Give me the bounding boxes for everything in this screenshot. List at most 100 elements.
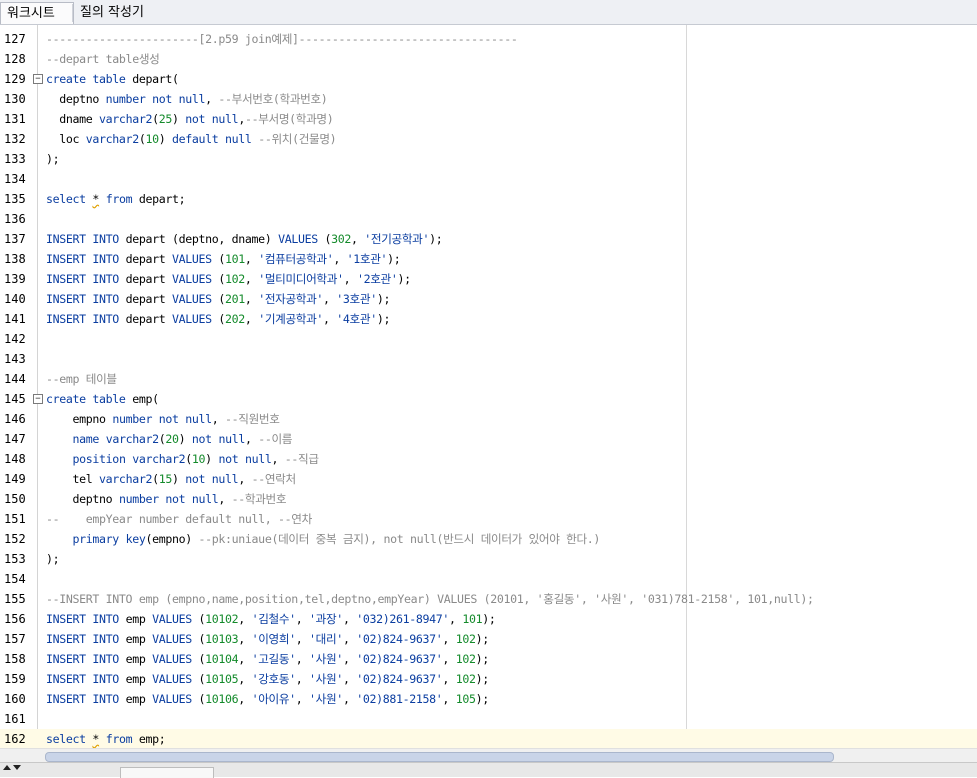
code-token: INSERT INTO xyxy=(46,652,119,666)
code-token: 102 xyxy=(225,272,245,286)
code-text: ); xyxy=(46,149,60,169)
code-token: '과장' xyxy=(309,612,343,626)
code-text: name varchar2(20) not null, --이름 xyxy=(46,429,293,449)
code-token: ); xyxy=(46,152,60,166)
horizontal-scrollbar-thumb[interactable] xyxy=(45,752,834,762)
code-token: --emp 테이블 xyxy=(46,372,117,386)
code-line[interactable]: 158 INSERT INTO emp VALUES (10104, '고길동',… xyxy=(0,649,977,669)
code-token: --직급 xyxy=(284,452,319,466)
code-token: --pk:uniaue(데이터 중복 금지), not null(반드시 데이터… xyxy=(198,532,601,546)
code-line[interactable]: 153); xyxy=(0,549,977,569)
code-line[interactable]: 149 tel varchar2(15) not null, --연락처 xyxy=(0,469,977,489)
code-token: , xyxy=(333,252,347,266)
bottom-panel-tab[interactable] xyxy=(120,767,214,778)
code-line[interactable]: 136 xyxy=(0,209,977,229)
code-token: VALUES xyxy=(152,672,192,686)
code-text: primary key(empno) --pk:uniaue(데이터 중복 금지… xyxy=(46,529,601,549)
code-token: ( xyxy=(152,472,159,486)
code-line[interactable]: 128 --depart table생성 xyxy=(0,49,977,69)
code-line[interactable]: 135 select * from depart; xyxy=(0,189,977,209)
tab-worksheet[interactable]: 워크시트 xyxy=(0,2,74,24)
code-line[interactable]: 144 --emp 테이블 xyxy=(0,369,977,389)
code-line[interactable]: 150 deptno number not null, --학과번호 xyxy=(0,489,977,509)
code-token: emp; xyxy=(132,732,166,746)
code-token: --직원번호 xyxy=(225,412,280,426)
code-line[interactable]: 154 xyxy=(0,569,977,589)
code-token: INSERT INTO xyxy=(46,292,119,306)
line-number: 137 xyxy=(4,232,26,246)
code-line[interactable]: 141 INSERT INTO depart VALUES (202, '기계공학… xyxy=(0,309,977,329)
triangle-up-icon[interactable] xyxy=(3,765,11,770)
code-token: , xyxy=(442,632,456,646)
code-text: tel varchar2(15) not null, --연락처 xyxy=(46,469,297,489)
code-token: ( xyxy=(152,112,159,126)
code-line[interactable]: 131 dname varchar2(25) not null,--부서명(학과… xyxy=(0,109,977,129)
code-line[interactable]: 133); xyxy=(0,149,977,169)
tab-query-builder[interactable]: 질의 작성기 xyxy=(74,2,150,23)
code-token: --이름 xyxy=(258,432,293,446)
line-number: 127 xyxy=(4,32,26,46)
code-text: INSERT INTO emp VALUES (10102, '김철수', '과… xyxy=(46,609,496,629)
code-token: ( xyxy=(211,312,226,326)
code-token: 10106 xyxy=(205,692,239,706)
code-line[interactable]: 130 deptno number not null, --부서번호(학과번호) xyxy=(0,89,977,109)
code-line[interactable]: 159 INSERT INTO emp VALUES (10105, '강호동',… xyxy=(0,669,977,689)
code-line[interactable]: 146 empno number not null, --직원번호 xyxy=(0,409,977,429)
minus-box-icon[interactable]: − xyxy=(33,74,43,84)
code-line[interactable]: 156 INSERT INTO emp VALUES (10102, '김철수',… xyxy=(0,609,977,629)
code-line[interactable]: 143 xyxy=(0,349,977,369)
code-text: create table depart( xyxy=(46,69,179,89)
code-text: INSERT INTO emp VALUES (10104, '고길동', '사… xyxy=(46,649,489,669)
code-line[interactable]: 162 select * from emp; xyxy=(0,729,977,748)
code-line[interactable]: 132 loc varchar2(10) default null --위치(건… xyxy=(0,129,977,149)
line-number: 154 xyxy=(4,572,26,586)
code-text: select * from emp; xyxy=(46,729,166,748)
code-text: loc varchar2(10) default null --위치(건물명) xyxy=(46,129,336,149)
code-token: INSERT INTO xyxy=(46,632,119,646)
code-token: 102 xyxy=(455,652,476,666)
code-line[interactable]: 147 name varchar2(20) not null, --이름 xyxy=(0,429,977,449)
code-line[interactable]: 148 position varchar2(10) not null, --직급 xyxy=(0,449,977,469)
code-line[interactable]: 140 INSERT INTO depart VALUES (201, '전자공학… xyxy=(0,289,977,309)
code-line[interactable]: 129− create table depart( xyxy=(0,69,977,89)
triangle-down-icon[interactable] xyxy=(13,765,21,770)
minus-box-icon[interactable]: − xyxy=(33,394,43,404)
code-line[interactable]: 137 INSERT INTO depart (deptno, dname) VA… xyxy=(0,229,977,249)
code-token: ( xyxy=(211,252,226,266)
code-line[interactable]: 139 INSERT INTO depart VALUES (102, '멀티미디… xyxy=(0,269,977,289)
horizontal-scrollbar[interactable] xyxy=(0,748,977,763)
line-number: 138 xyxy=(4,252,26,266)
code-token: INSERT INTO xyxy=(46,232,119,246)
code-line[interactable]: 145− create table emp( xyxy=(0,389,977,409)
sql-editor[interactable]: 127 -----------------------[2.p59 join예제]… xyxy=(0,25,977,748)
line-number: 142 xyxy=(4,332,26,346)
code-token: not null xyxy=(185,472,239,486)
code-token: '고길동' xyxy=(251,652,297,666)
code-token: ); xyxy=(482,612,496,626)
code-token: position xyxy=(72,452,126,466)
code-line[interactable]: 157 INSERT INTO emp VALUES (10103, '이영희',… xyxy=(0,629,977,649)
code-token: , xyxy=(442,652,456,666)
code-line[interactable]: 160 INSERT INTO emp VALUES (10106, '아이유',… xyxy=(0,689,977,709)
code-token: deptno xyxy=(46,492,119,506)
code-token: 102 xyxy=(455,672,476,686)
code-line[interactable]: 138 INSERT INTO depart VALUES (101, '컴퓨터공… xyxy=(0,249,977,269)
code-token: '사원' xyxy=(309,672,343,686)
code-line[interactable]: 151 -- empYear number default null, --연차 xyxy=(0,509,977,529)
line-number: 157 xyxy=(4,632,26,646)
code-line[interactable]: 142 xyxy=(0,329,977,349)
code-token: 102 xyxy=(455,632,476,646)
line-number: 155 xyxy=(4,592,26,606)
code-line[interactable]: 155 --INSERT INTO emp (empno,name,positio… xyxy=(0,589,977,609)
code-line[interactable]: 152 primary key(empno) --pk:uniaue(데이터 중… xyxy=(0,529,977,549)
code-line[interactable]: 161 xyxy=(0,709,977,729)
code-token: depart xyxy=(118,252,172,266)
code-line[interactable]: 127 -----------------------[2.p59 join예제]… xyxy=(0,29,977,49)
code-token: , xyxy=(295,652,310,666)
code-token: from xyxy=(105,192,133,206)
code-token: emp xyxy=(118,652,153,666)
code-line[interactable]: 134 xyxy=(0,169,977,189)
code-token: '032)261-8947' xyxy=(356,612,450,626)
